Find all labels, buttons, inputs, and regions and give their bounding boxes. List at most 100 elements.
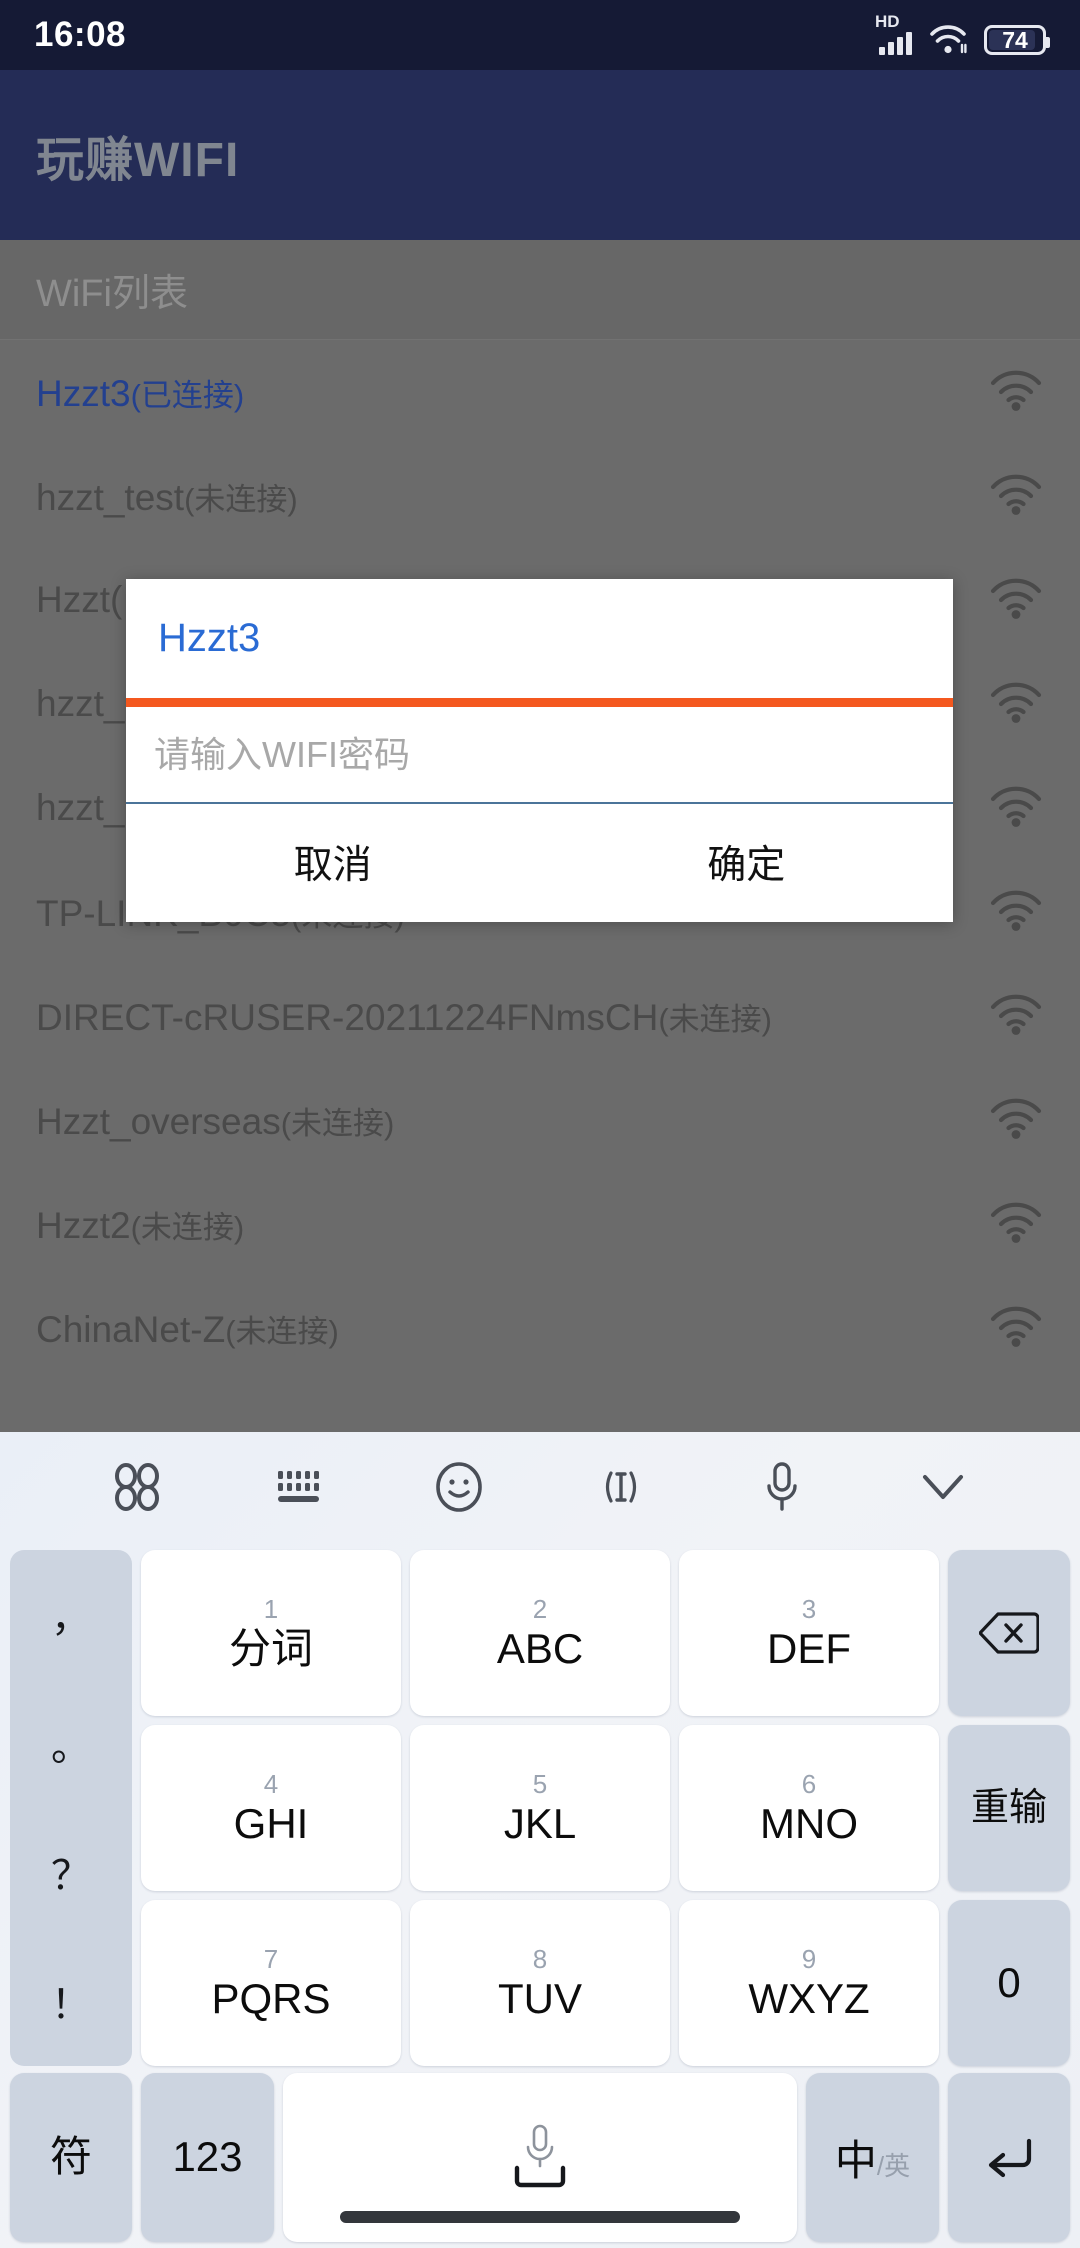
wifi-signal-icon [988, 1200, 1044, 1249]
wifi-ssid-label: Hzzt2(未连接) [36, 1202, 244, 1247]
keyboard-toolbar [0, 1432, 1080, 1542]
wifi-ssid-label: Hzzt( [36, 579, 122, 621]
keypad-key-4[interactable]: 4 GHI [141, 1724, 401, 1891]
status-icons-group: HD 74 [875, 13, 1050, 55]
signal-bars [879, 32, 912, 55]
lang-zh-label: 中 [834, 2136, 877, 2184]
wifi-list-item[interactable]: hzzt_test(未连接) [0, 444, 1080, 548]
wifi-status-text: (未连接) [658, 1001, 772, 1037]
punctuation-key[interactable]: ！ [10, 1936, 132, 2066]
cancel-button[interactable]: 取消 [126, 804, 540, 920]
wifi-ssid-label: DIRECT-cRUSER-20211224FNmsCH(未连接) [36, 994, 772, 1039]
keypad-key-number: 9 [801, 1943, 817, 1974]
keypad: ，。？！ 1 分词 2 ABC 3 DEF 4 GHI 5 JKL 6 MNO 7 PQRS 8 TUV 9… [0, 1542, 1080, 2248]
keypad-row-3: 7 PQRS 8 TUV 9 WXYZ [141, 1899, 939, 2066]
wifi-list-item[interactable]: Hzzt_overseas(未连接) [0, 1068, 1080, 1172]
wifi-status-text: (未连接) [130, 1209, 245, 1245]
wifi-ssid-text: Hzzt( [36, 579, 123, 620]
home-indicator[interactable] [340, 2211, 740, 2223]
zero-key[interactable]: 0 [948, 1899, 1070, 2066]
keypad-key-1[interactable]: 1 分词 [141, 1550, 401, 1716]
wifi-signal-icon [988, 1304, 1044, 1353]
wifi-list-item[interactable]: Hzzt2(未连接) [0, 1172, 1080, 1276]
right-function-column: 重输 0 [948, 1550, 1070, 2066]
dialog-title: Hzzt3 [126, 579, 953, 698]
redo-key-label: 重输 [970, 1786, 1047, 1829]
wifi-signal-icon [988, 992, 1044, 1041]
keypad-key-label: DEF [767, 1624, 851, 1672]
keypad-key-6[interactable]: 6 MNO [679, 1724, 939, 1891]
wifi-ssid-label: hzzt_ [36, 683, 124, 725]
punctuation-key[interactable]: ， [10, 1550, 132, 1679]
keypad-key-3[interactable]: 3 DEF [679, 1550, 939, 1716]
password-field-wrapper[interactable] [126, 707, 953, 804]
wifi-ssid-text: hzzt_test [36, 476, 185, 518]
emoji-icon[interactable] [420, 1448, 498, 1526]
keypad-main: ，。？！ 1 分词 2 ABC 3 DEF 4 GHI 5 JKL 6 MNO 7 PQRS 8 TUV 9… [10, 1550, 1070, 2066]
wifi-signal-icon [988, 1096, 1044, 1145]
keypad-key-number: 2 [532, 1593, 548, 1624]
keypad-key-number: 8 [532, 1943, 548, 1974]
wifi-password-dialog: Hzzt3 取消 确定 [126, 579, 953, 922]
wifi-list-item[interactable]: DIRECT-cRUSER-20211224FNmsCH(未连接) [0, 964, 1080, 1068]
keypad-key-2[interactable]: 2 ABC [410, 1550, 670, 1716]
keypad-key-number: 7 [263, 1943, 279, 1974]
redo-key[interactable]: 重输 [948, 1724, 1070, 1891]
password-input[interactable] [152, 732, 953, 777]
symbol-key-label: 符 [49, 2133, 92, 2181]
battery-level: 74 [1002, 26, 1028, 53]
wifi-ssid-text: Hzzt_overseas [36, 1100, 281, 1142]
wifi-ssid-text: hzzt_ [36, 787, 125, 828]
confirm-button[interactable]: 确定 [540, 804, 954, 920]
wifi-ssid-text: Hzzt2 [36, 1204, 131, 1246]
keypad-row-1: 1 分词 2 ABC 3 DEF [141, 1550, 939, 1716]
keypad-key-9[interactable]: 9 WXYZ [679, 1899, 939, 2066]
dialog-ssid-label: Hzzt3 [158, 616, 261, 660]
enter-icon [988, 2139, 1032, 2178]
wifi-ssid-label: Hzzt_overseas(未连接) [36, 1098, 394, 1143]
wifi-list-item[interactable]: ChinaNet-Z(未连接) [0, 1276, 1080, 1380]
wifi-status-text: (已连接) [130, 377, 245, 413]
wifi-status-text: (未连接) [280, 1105, 395, 1141]
keypad-key-label: TUV [498, 1974, 582, 2022]
wifi-ssid-label: ChinaNet-Z(未连接) [36, 1306, 339, 1351]
keypad-key-7[interactable]: 7 PQRS [141, 1899, 401, 2066]
wifi-status-text: (未连接) [225, 1313, 339, 1349]
wifi-signal-icon [990, 370, 1042, 411]
backspace-key[interactable] [948, 1550, 1070, 1716]
wifi-signal-icon [988, 888, 1044, 937]
wifi-signal-icon [988, 576, 1044, 625]
keypad-key-8[interactable]: 8 TUV [410, 1899, 670, 2066]
punctuation-key[interactable]: 。 [10, 1678, 132, 1808]
battery-icon: 74 [984, 25, 1050, 55]
keypad-key-number: 4 [263, 1768, 279, 1799]
punctuation-key[interactable]: ？ [10, 1807, 132, 1937]
dialog-actions: 取消 确定 [126, 804, 953, 920]
wifi-signal-icon [990, 890, 1042, 931]
keypad-key-number: 1 [263, 1593, 279, 1624]
text-cursor-icon[interactable] [582, 1448, 660, 1526]
wifi-signal-icon [990, 578, 1042, 619]
wifi-signal-icon [990, 1098, 1042, 1139]
chevron-down-icon[interactable] [904, 1448, 982, 1526]
wifi-signal-icon [990, 474, 1042, 515]
wifi-icon [928, 23, 968, 55]
grid-apps-icon[interactable] [98, 1448, 176, 1526]
keypad-key-number: 6 [801, 1768, 817, 1799]
keypad-key-5[interactable]: 5 JKL [410, 1724, 670, 1891]
wifi-ssid-text: ChinaNet-Z [36, 1308, 226, 1350]
page-title: 玩赚WIFI [36, 134, 240, 187]
wifi-ssid-text: hzzt_ [36, 683, 125, 724]
wifi-signal-icon [990, 1306, 1042, 1347]
dialog-accent-divider [126, 698, 953, 707]
keyboard-layout-icon[interactable] [259, 1448, 337, 1526]
microphone-icon[interactable] [743, 1448, 821, 1526]
wifi-list-item[interactable]: Hzzt3(已连接) [0, 340, 1080, 444]
space-microphone-icon [514, 2125, 566, 2188]
keypad-grid: 1 分词 2 ABC 3 DEF 4 GHI 5 JKL 6 MNO 7 PQRS 8 TUV 9 WXYZ [141, 1550, 939, 2066]
wifi-signal-icon [988, 784, 1044, 833]
hd-signal-icon: HD [875, 13, 912, 55]
wifi-signal-icon [988, 680, 1044, 729]
wifi-list-header: WiFi列表 [0, 240, 1080, 340]
lang-en-label: 英 [884, 2150, 911, 2181]
